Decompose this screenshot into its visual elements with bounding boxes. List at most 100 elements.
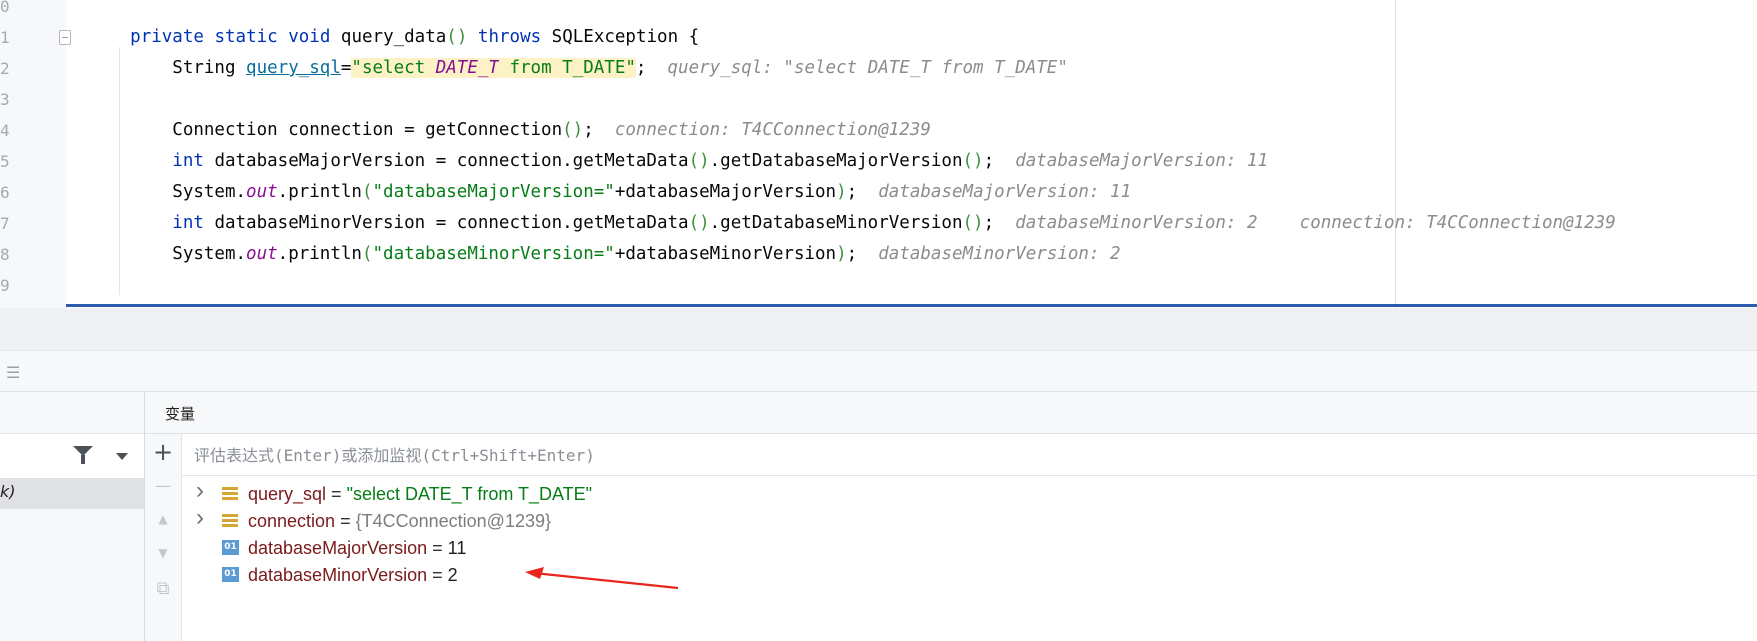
variable-name: connection [248, 511, 336, 531]
code-token: +databaseMinorVersion [614, 244, 837, 264]
move-down-button[interactable]: ▼ [145, 546, 181, 560]
line-number: 4 [0, 121, 10, 140]
code-token: "databaseMinorVersion=" [372, 244, 615, 264]
code-token: query_sql [246, 58, 341, 78]
code-token: from T_DATE" [498, 58, 636, 78]
code-token: +databaseMajorVersion [614, 182, 837, 202]
line-number: 3 [0, 90, 10, 109]
code-token: ( [361, 244, 373, 264]
variable-equals: = [427, 538, 448, 558]
line-number: 7 [0, 214, 10, 233]
chevron-down-icon[interactable] [116, 453, 128, 460]
inline-debug-value: query_sql: "select DATE_T from T_DATE" [667, 58, 1068, 78]
code-token: static [214, 27, 278, 47]
chevron-right-icon[interactable]: › [196, 503, 204, 533]
code-token: DATE_T [435, 58, 499, 78]
filter-icon[interactable] [73, 446, 93, 464]
variable-name: databaseMinorVersion [248, 565, 428, 585]
code-token: System. [88, 182, 247, 202]
code-token: .println [277, 182, 362, 202]
code-line[interactable] [88, 84, 1757, 115]
variable-name: databaseMajorVersion [248, 538, 428, 558]
code-token: throws [477, 27, 542, 47]
code-line[interactable] [88, 0, 1757, 22]
frame-list-item-selected[interactable]: k) [0, 478, 144, 509]
code-line[interactable]: Connection connection = getConnection();… [88, 115, 1757, 146]
variable-equals: = [427, 565, 448, 585]
evaluate-expression-input[interactable] [194, 441, 1394, 469]
debug-tool-window-header [0, 308, 1757, 351]
variable-text: databaseMajorVersion = 11 [248, 533, 466, 563]
frame-label: k) [0, 482, 16, 501]
annotation-arrow [525, 567, 679, 590]
variable-equals: = [326, 484, 347, 504]
code-token: ; [983, 213, 1016, 233]
code-line[interactable]: System.out.println("databaseMinorVersion… [88, 239, 1757, 270]
variable-name: query_sql [248, 484, 327, 504]
remove-watch-button[interactable]: — [145, 476, 181, 495]
variables-side-toolbar: + — ▲ ▼ ⧉ [145, 434, 182, 641]
code-token: .getDatabaseMinorVersion [709, 213, 963, 233]
code-token: int [172, 151, 204, 171]
variable-value: {T4CConnection@1239} [355, 511, 552, 531]
code-token: ) [836, 244, 847, 264]
code-token: () [962, 213, 984, 233]
string-field-icon [222, 487, 238, 502]
variables-header: 变量 [145, 392, 1757, 434]
line-number: 9 [0, 276, 10, 295]
inline-debug-value: databaseMinorVersion: 2 [878, 244, 1121, 264]
inline-debug-value: connection: T4CConnection@1239 [614, 120, 931, 140]
code-token: out [246, 182, 278, 202]
code-line[interactable]: int databaseMinorVersion = connection.ge… [88, 208, 1757, 239]
code-token: Connection connection = getConnection [88, 120, 563, 140]
code-token: String [88, 58, 247, 78]
code-line[interactable]: private static void query_data() throws … [88, 22, 1757, 53]
chevron-right-icon[interactable]: › [196, 476, 204, 506]
variable-text: databaseMinorVersion = 2 [248, 560, 458, 590]
variable-value: 11 [447, 538, 467, 558]
fold-marker-icon[interactable] [59, 30, 71, 45]
duplicate-watch-button[interactable]: ⧉ [145, 578, 181, 599]
move-up-button[interactable]: ▲ [145, 512, 181, 526]
code-editor[interactable]: private static void query_data() throws … [0, 0, 1757, 308]
code-token: ) [836, 182, 847, 202]
line-number: 6 [0, 183, 10, 202]
variable-row[interactable]: 01 databaseMinorVersion = 2 [182, 560, 1757, 590]
int-field-icon: 01 [222, 540, 239, 555]
code-line[interactable]: int databaseMajorVersion = connection.ge… [88, 146, 1757, 177]
variable-value: "select DATE_T from T_DATE" [346, 484, 593, 504]
code-line[interactable]: String query_sql="select DATE_T from T_D… [88, 53, 1757, 84]
variables-tree: › query_sql = "select DATE_T from T_DATE"… [182, 476, 1757, 641]
code-token: databaseMajorVersion = connection.getMet… [203, 151, 689, 171]
inline-debug-value: databaseMinorVersion: 2 connection: T4CC… [1015, 213, 1616, 233]
code-line[interactable]: System.out.println("databaseMajorVersion… [88, 177, 1757, 208]
code-token: () [688, 213, 710, 233]
code-token: .getDatabaseMajorVersion [709, 151, 963, 171]
variable-text: connection = {T4CConnection@1239} [248, 506, 551, 536]
code-token: .println [277, 244, 362, 264]
code-token: private [130, 27, 204, 47]
editor-split-divider[interactable] [66, 304, 1757, 307]
frames-toolbar [0, 433, 144, 479]
code-token: ; [846, 244, 879, 264]
variable-row[interactable]: › connection = {T4CConnection@1239} [182, 503, 1757, 536]
code-token: = [340, 58, 352, 78]
code-token: ; [583, 120, 615, 140]
code-line[interactable] [88, 270, 1757, 301]
add-watch-button[interactable]: + [145, 438, 181, 466]
inline-debug-value: databaseMajorVersion: 11 [1015, 151, 1269, 171]
inline-debug-value: databaseMajorVersion: 11 [878, 182, 1132, 202]
code-token: ; [846, 182, 879, 202]
line-number: 1 [0, 28, 10, 47]
layout-settings-icon[interactable]: ☰ [6, 363, 20, 382]
variable-row[interactable]: › query_sql = "select DATE_T from T_DATE" [182, 476, 1757, 509]
code-token: SQLException { [541, 27, 700, 47]
evaluate-expression-bar [182, 434, 1757, 476]
variable-row[interactable]: 01 databaseMajorVersion = 11 [182, 533, 1757, 563]
